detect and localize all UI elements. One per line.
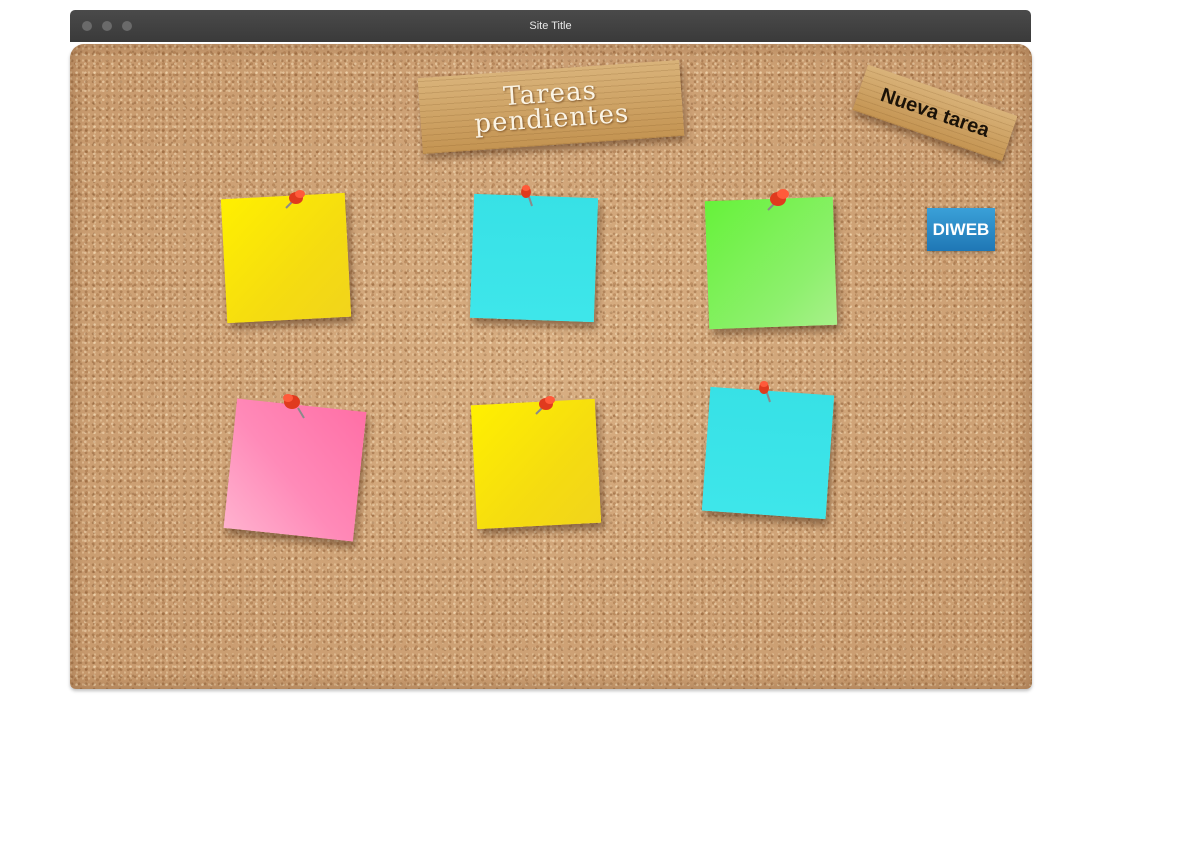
board-title-line-2: pendientes [473,98,631,140]
pushpin-icon [535,396,555,415]
browser-window: Site Title Tareas pendientes Nueva tarea… [70,10,1032,690]
board-title-sign: Tareas pendientes [417,59,685,155]
pushpin-icon [285,190,305,209]
pushpin-icon [759,381,771,403]
cork-board: Tareas pendientes Nueva tarea DIWEB [70,44,1032,689]
board-title: Tareas pendientes [472,76,631,140]
pushpin-icon [283,394,305,419]
diweb-logo: DIWEB [927,208,995,251]
window-titlebar: Site Title [70,10,1031,42]
window-title: Site Title [529,20,572,32]
new-task-label: Nueva tarea [877,83,993,142]
pushpin-icon [767,189,789,211]
new-task-button[interactable]: Nueva tarea [852,64,1018,162]
pushpin-icon [521,185,533,207]
sticky-note-green[interactable] [704,196,838,330]
